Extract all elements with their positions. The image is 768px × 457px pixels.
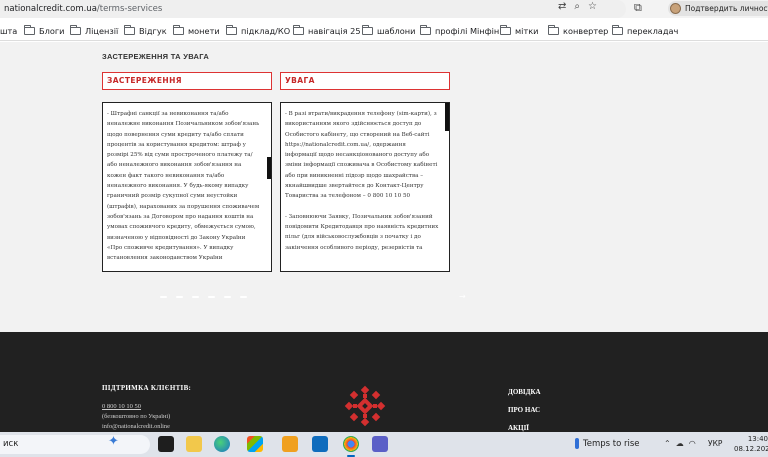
translate-icon[interactable]: ⇄ [558, 1, 566, 12]
support-title: ПІДТРИМКА КЛІЄНТІВ: [102, 384, 192, 392]
bookmarks-bar: шта Блоги Ліцензії Відгук монети підклад… [0, 21, 768, 41]
carousel-indicators [160, 296, 247, 298]
folder-icon [500, 25, 511, 35]
app-icon[interactable] [282, 436, 298, 452]
attention-paragraph: - В разі втрати/викрадення телефону (sim… [285, 111, 438, 200]
chevron-up-icon[interactable]: ⌃ [664, 439, 671, 448]
profile-button[interactable]: Подтвердить личность [668, 1, 768, 16]
outlook-icon[interactable] [312, 436, 328, 452]
scrollbar-thumb[interactable] [267, 157, 271, 179]
bookmark-folder[interactable]: перекладач [612, 25, 678, 36]
url-text[interactable]: nationalcredit.com.ua/terms-services [0, 4, 162, 14]
extensions-icon[interactable]: ⧉ [634, 1, 642, 15]
zoom-icon[interactable]: ⌕ [574, 1, 580, 12]
folder-icon [70, 25, 81, 35]
language-indicator[interactable]: УКР [708, 439, 722, 448]
wifi-icon[interactable]: ◠ [689, 439, 696, 448]
footer-link-help[interactable]: ДОВІДКА [508, 388, 541, 396]
taskbar-search[interactable]: иск [0, 435, 150, 454]
warnings-paragraph: - Штрафні санкції за невиконання та/або … [107, 111, 260, 262]
avatar [670, 3, 681, 14]
bookmark-folder[interactable]: Відгук [124, 25, 167, 36]
bookmark-folder[interactable]: профілі Мінфін [420, 25, 499, 36]
folder-icon [612, 25, 623, 35]
weather-text: Temps to rise [583, 438, 640, 449]
attention-textbox[interactable]: - В разі втрати/викрадення телефону (sim… [280, 102, 450, 272]
clock-date: 08.12.2025 [734, 445, 768, 453]
bookmark-folder[interactable]: Блоги [24, 25, 64, 36]
phone-note: (безкоштовно по Україні) [102, 413, 171, 420]
carousel-dot[interactable] [160, 296, 167, 298]
site-footer: ПІДТРИМКА КЛІЄНТІВ: 0 800 10 10 50 (безк… [0, 332, 768, 432]
bookmark-folder[interactable]: монети [173, 25, 220, 36]
folder-icon [420, 25, 431, 35]
bookmark-folder[interactable]: Ліцензії [70, 25, 118, 36]
arrow-right-icon[interactable]: → [459, 292, 466, 301]
clock[interactable]: 13:40 08.12.2025 [734, 434, 768, 454]
attention-header: УВАГА [280, 72, 450, 90]
folder-icon [226, 25, 237, 35]
url-path: /terms-services [96, 4, 163, 14]
cloud-icon[interactable]: ☁ [676, 439, 684, 448]
ornament-logo [344, 385, 386, 427]
bookmark-star-icon[interactable]: ☆ [588, 1, 597, 12]
bookmark-folder[interactable]: навігація 25 [293, 25, 361, 36]
footer-link-promotions[interactable]: АКЦІЇ [508, 424, 529, 432]
carousel-dot[interactable] [192, 296, 199, 298]
carousel-dot[interactable] [208, 296, 215, 298]
warnings-textbox[interactable]: - Штрафні санкції за невиконання та/або … [102, 102, 272, 272]
support-email-link[interactable]: info@nationalcredit.online [102, 423, 170, 430]
weather-widget[interactable]: Temps to rise [575, 438, 640, 449]
bookmark-folder[interactable]: конвертер [548, 25, 608, 36]
carousel-dot[interactable] [224, 296, 231, 298]
attention-paragraph: - Заповнюючи Заявку, Позичальник зобов'я… [285, 213, 439, 251]
carousel-dot[interactable] [176, 296, 183, 298]
thermometer-icon [575, 438, 579, 449]
support-phone-link[interactable]: 0 800 10 10 50 [102, 403, 141, 410]
bookmark-folder[interactable]: мітки [500, 25, 539, 36]
search-label: иск [3, 439, 19, 449]
folder-icon [173, 25, 184, 35]
copilot-sparkle-icon[interactable]: ✦ [108, 434, 119, 449]
footer-link-about[interactable]: ПРО НАС [508, 406, 540, 414]
store-icon[interactable] [247, 436, 263, 452]
bookmark-folder[interactable]: шаблони [362, 25, 415, 36]
file-explorer-icon[interactable] [186, 436, 202, 452]
clock-time: 13:40 [747, 435, 768, 443]
taskbar: иск ✦ Temps to rise ⌃ ☁ ◠ УКР 13:40 08.1… [0, 432, 768, 457]
task-view-icon[interactable] [158, 436, 174, 452]
system-tray[interactable]: ⌃ ☁ ◠ [664, 439, 696, 448]
edge-icon[interactable] [214, 436, 230, 452]
folder-icon [293, 25, 304, 35]
folder-icon [124, 25, 135, 35]
address-bar[interactable]: nationalcredit.com.ua/terms-services ⇄ ⌕… [0, 0, 626, 18]
chrome-icon[interactable] [343, 436, 359, 452]
teams-icon[interactable] [372, 436, 388, 452]
warnings-header: ЗАСТЕРЕЖЕННЯ [102, 72, 272, 90]
folder-icon [548, 25, 559, 35]
folder-icon [362, 25, 373, 35]
scrollbar-thumb[interactable] [445, 103, 449, 131]
url-host: nationalcredit.com.ua [4, 4, 97, 14]
carousel-dot[interactable] [240, 296, 247, 298]
profile-label: Подтвердить личность [685, 4, 768, 13]
bookmark-folder[interactable]: підклад/КО [226, 25, 290, 36]
page-content: ЗАСТЕРЕЖЕННЯ ТА УВАГА ЗАСТЕРЕЖЕННЯ УВАГА… [0, 42, 768, 332]
section-title: ЗАСТЕРЕЖЕННЯ ТА УВАГА [102, 52, 210, 61]
browser-toolbar: nationalcredit.com.ua/terms-services ⇄ ⌕… [0, 0, 768, 18]
bookmark-item[interactable]: шта [0, 26, 17, 36]
folder-icon [24, 25, 35, 35]
